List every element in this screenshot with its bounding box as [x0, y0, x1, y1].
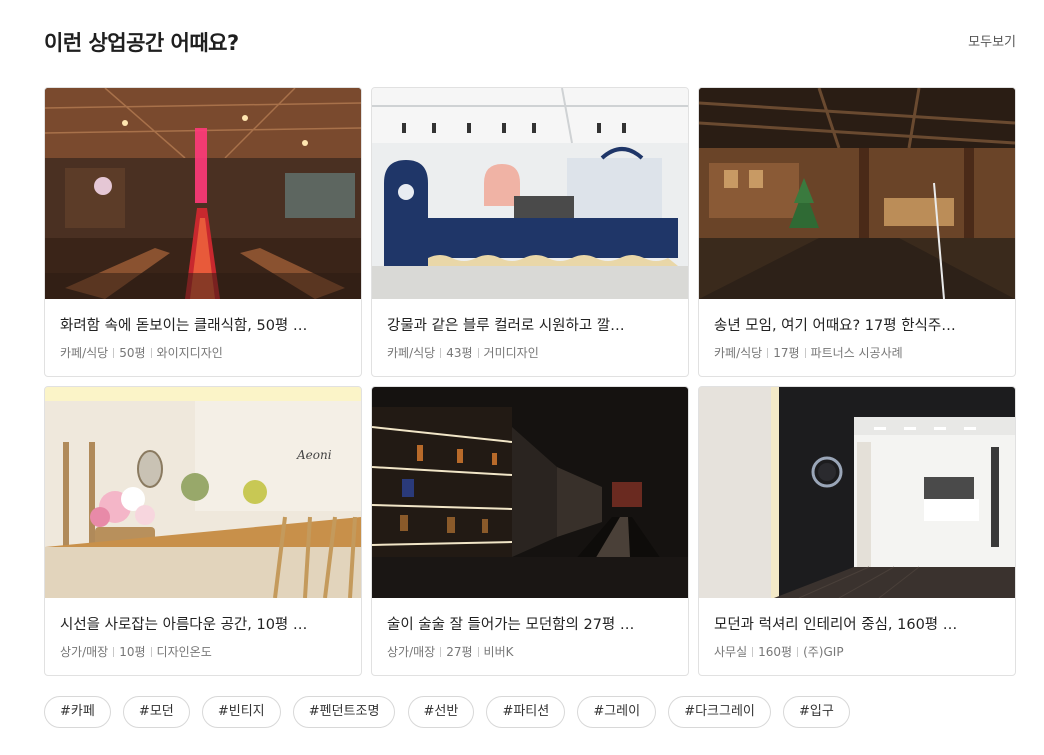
card-title: 송년 모임, 여기 어때요? 17평 한식주… — [714, 318, 956, 334]
meta-divider — [150, 647, 152, 657]
card-category: 카페/식당 — [714, 346, 763, 360]
card-title: 모던과 럭셔리 인테리어 중심, 160평 … — [714, 617, 958, 633]
card-meta: 카페/식당 43평 거미디자인 — [387, 344, 539, 362]
card-size: 50평 — [119, 346, 146, 360]
card-title: 화려함 속에 돋보이는 클래식함, 50평 … — [60, 318, 308, 334]
space-card[interactable]: 화려함 속에 돋보이는 클래식함, 50평 … 카페/식당 50평 와이지디자인 — [44, 87, 362, 377]
tag-chip-cafe[interactable]: #카페 — [44, 696, 111, 728]
tag-chip-dark-gray[interactable]: #다크그레이 — [668, 696, 771, 728]
space-card[interactable]: Aeoni 시선을 사로잡는 아름다운 공간, 10평 … 상가/매장 10평 … — [44, 386, 362, 676]
tag-chip-gray[interactable]: #그레이 — [577, 696, 657, 728]
meta-divider — [804, 348, 806, 358]
meta-divider — [477, 348, 479, 358]
card-meta: 카페/식당 50평 와이지디자인 — [60, 344, 223, 362]
card-category: 카페/식당 — [387, 346, 436, 360]
space-card[interactable]: 송년 모임, 여기 어때요? 17평 한식주… 카페/식당 17평 파트너스 시공사… — [698, 87, 1016, 377]
card-size: 27평 — [446, 645, 473, 659]
card-size: 160평 — [758, 645, 793, 659]
card-size: 43평 — [446, 346, 473, 360]
meta-divider — [440, 647, 442, 657]
card-meta: 상가/매장 10평 디자인온도 — [60, 643, 212, 661]
card-thumbnail-flower-shop: Aeoni — [45, 387, 361, 598]
card-designer: 파트너스 시공사례 — [810, 346, 903, 360]
card-meta: 카페/식당 17평 파트너스 시공사례 — [714, 344, 903, 362]
meta-divider — [150, 348, 152, 358]
space-card[interactable]: 술이 술술 잘 들어가는 모던함의 27평 … 상가/매장 27평 비버K — [371, 386, 689, 676]
card-category: 사무실 — [714, 645, 748, 659]
card-title: 강물과 같은 블루 컬러로 시원하고 깔… — [387, 318, 625, 334]
card-thumbnail-classic-restaurant — [45, 88, 361, 299]
card-designer: 비버K — [483, 645, 514, 659]
card-title: 술이 술술 잘 들어가는 모던함의 27평 … — [387, 617, 635, 633]
card-designer: 거미디자인 — [483, 346, 539, 360]
card-designer: 와이지디자인 — [156, 346, 223, 360]
meta-divider — [113, 647, 115, 657]
card-thumbnail-whisky-bar — [372, 387, 688, 598]
meta-divider — [477, 647, 479, 657]
section-header: 이런 상업공간 어때요? 모두보기 — [44, 28, 1016, 58]
see-all-link[interactable]: 모두보기 — [968, 33, 1016, 53]
card-category: 상가/매장 — [60, 645, 109, 659]
card-designer: 디자인온도 — [156, 645, 212, 659]
card-thumbnail-blue-cafe — [372, 88, 688, 299]
aeoni-sign: Aeoni — [296, 448, 332, 462]
meta-divider — [797, 647, 799, 657]
space-card[interactable]: 강물과 같은 블루 컬러로 시원하고 깔… 카페/식당 43평 거미디자인 — [371, 87, 689, 377]
card-designer: (주)GIP — [803, 645, 844, 659]
meta-divider — [440, 348, 442, 358]
tag-chip-pendant-light[interactable]: #펜던트조명 — [292, 696, 396, 728]
card-size: 17평 — [773, 346, 800, 360]
card-meta: 사무실 160평 (주)GIP — [714, 643, 844, 661]
meta-divider — [752, 647, 754, 657]
tag-chip-modern[interactable]: #모던 — [122, 696, 190, 728]
card-title: 시선을 사로잡는 아름다운 공간, 10평 … — [60, 617, 308, 633]
card-category: 카페/식당 — [60, 346, 109, 360]
card-meta: 상가/매장 27평 비버K — [387, 643, 513, 661]
meta-divider — [767, 348, 769, 358]
tag-chip-vintage[interactable]: #빈티지 — [201, 696, 281, 728]
meta-divider — [113, 348, 115, 358]
card-thumbnail-korean-pub — [699, 88, 1015, 299]
space-card[interactable]: 모던과 럭셔리 인테리어 중심, 160평 … 사무실 160평 (주)GIP — [698, 386, 1016, 676]
card-category: 상가/매장 — [387, 645, 436, 659]
card-thumbnail-office-entrance — [699, 387, 1015, 598]
tag-list: #카페 #모던 #빈티지 #펜던트조명 #선반 #파티션 #그레이 #다크그레이… — [44, 696, 857, 728]
card-size: 10평 — [119, 645, 146, 659]
section-title: 이런 상업공간 어때요? — [44, 31, 239, 55]
tag-chip-entrance[interactable]: #입구 — [782, 696, 850, 728]
tag-chip-shelf[interactable]: #선반 — [407, 696, 475, 728]
tag-chip-partition[interactable]: #파티션 — [486, 696, 566, 728]
